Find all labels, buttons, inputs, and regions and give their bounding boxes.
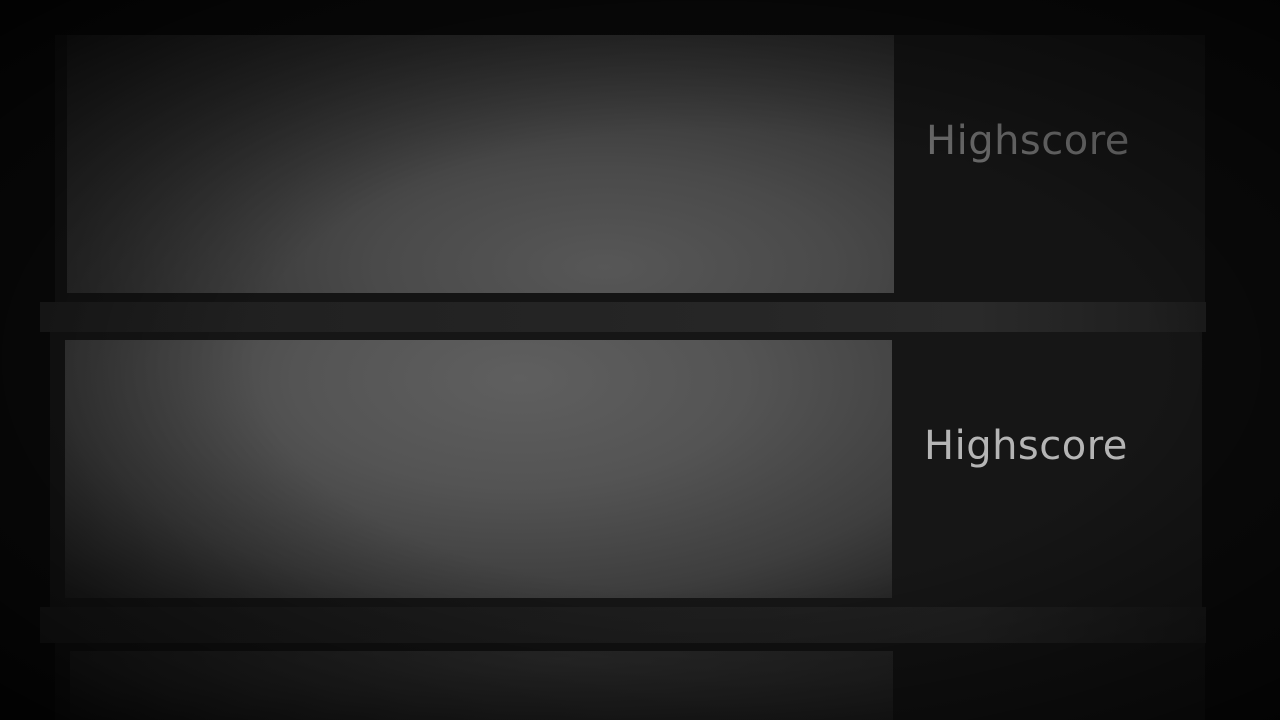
- entry-thumbnail: [70, 651, 893, 720]
- entry-divider: [40, 302, 1206, 332]
- highscore-screen: Highscore Highscore: [0, 0, 1280, 720]
- entry-thumbnail: [67, 35, 894, 293]
- highscore-label: Highscore: [926, 118, 1130, 164]
- entry-divider: [40, 607, 1206, 643]
- highscore-label: Highscore: [924, 423, 1128, 469]
- entry-thumbnail: [65, 340, 892, 598]
